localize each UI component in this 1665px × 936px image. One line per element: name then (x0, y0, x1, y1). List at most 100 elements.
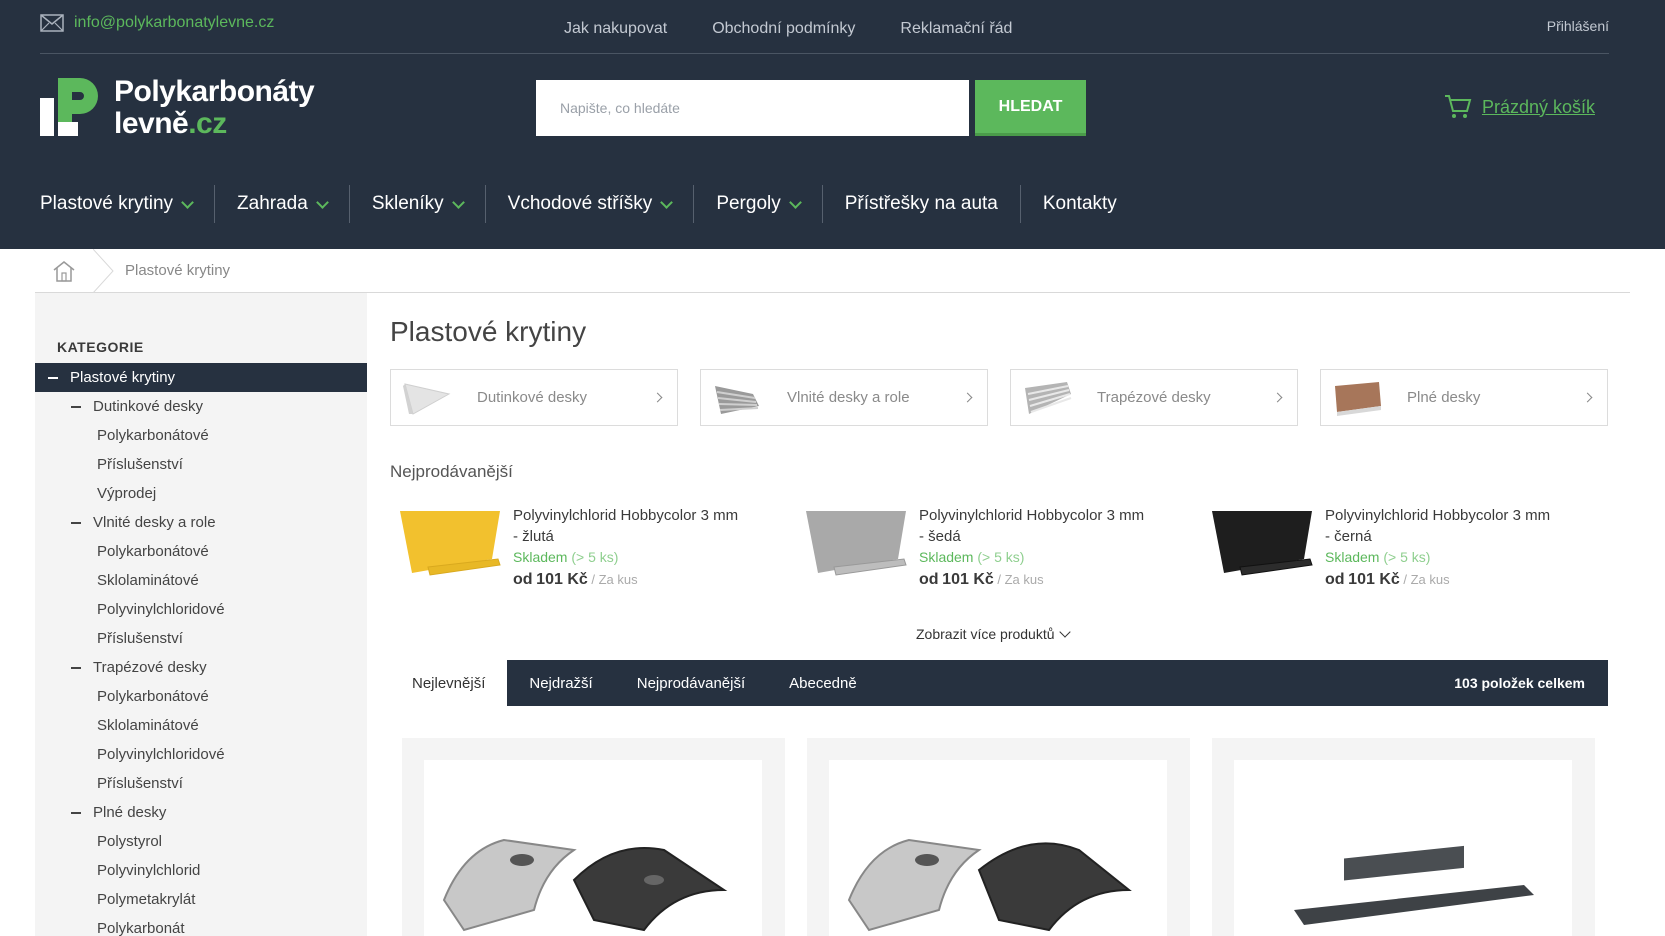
subcategory-plne-desky[interactable]: Plné desky (1320, 369, 1608, 426)
category-label: Plné desky (93, 804, 167, 821)
bestseller-item[interactable]: Polyvinylchlorid Hobbycolor 3 mm - šedá … (804, 505, 1210, 595)
breadcrumb-home[interactable] (35, 249, 93, 293)
subcategory-label: Trapézové desky (1097, 389, 1211, 406)
category-item[interactable]: Polyvinylchloridové (35, 595, 367, 624)
stock-status: Skladem (> 5 ks) (513, 549, 763, 565)
price-value: 101 Kč (536, 571, 588, 588)
category-label: Plastové krytiny (70, 369, 176, 386)
category-item[interactable]: Sklolaminátové (35, 711, 367, 740)
price-prefix: od (919, 571, 939, 588)
chevron-down-icon (451, 195, 465, 209)
category-item[interactable]: Polykarbonátové (35, 421, 367, 450)
chevron-right-icon (1582, 392, 1593, 403)
category-item[interactable]: Trapézové desky (35, 653, 367, 682)
bestseller-item[interactable]: Polyvinylchlorid Hobbycolor 3 mm - žlutá… (398, 505, 804, 595)
product-name-line1[interactable]: Polyvinylchlorid Hobbycolor 3 mm (919, 505, 1169, 526)
subcategory-label: Dutinkové desky (477, 389, 588, 406)
bestsellers-list: Polyvinylchlorid Hobbycolor 3 mm - žlutá… (398, 505, 1616, 595)
search-button[interactable]: HLEDAT (975, 80, 1086, 136)
category-item[interactable]: Sklolaminátové (35, 566, 367, 595)
category-item[interactable]: Polystyrol (35, 827, 367, 856)
stock-qty: (> 5 ks) (977, 549, 1025, 565)
product-name-line2[interactable]: - žlutá (513, 526, 763, 547)
category-label: Sklolaminátové (97, 572, 199, 589)
product-name-line2[interactable]: - šedá (919, 526, 1169, 547)
search-input[interactable] (536, 80, 969, 136)
product-card[interactable] (402, 738, 785, 936)
category-item[interactable]: Příslušenství (35, 450, 367, 479)
category-item[interactable]: Plastové krytiny (35, 363, 367, 392)
cart-label: Prázdný košík (1481, 96, 1595, 117)
product-grid (402, 738, 1595, 936)
nav-skleniky[interactable]: Skleníky (348, 185, 485, 223)
product-name-line2[interactable]: - černá (1325, 526, 1575, 547)
category-label: Polyvinylchloridové (97, 746, 225, 763)
link-jak-nakupovat[interactable]: Jak nakupovat (564, 20, 667, 38)
sort-tab-alphabetical[interactable]: Abecedně (767, 660, 879, 706)
sidebar-title: KATEGORIE (57, 339, 144, 355)
category-item[interactable]: Polyvinylchloridové (35, 740, 367, 769)
stock-qty: (> 5 ks) (1383, 549, 1431, 565)
minus-icon (71, 811, 81, 814)
sort-tab-bestselling[interactable]: Nejprodávanější (615, 660, 767, 706)
show-more-button[interactable]: Zobrazit více produktů (916, 625, 1071, 642)
link-obchodni-podminky[interactable]: Obchodní podmínky (712, 20, 855, 38)
subcategory-dutinkove-desky[interactable]: Dutinkové desky (390, 369, 678, 426)
stock-label: Skladem (1325, 549, 1380, 565)
product-name-line1[interactable]: Polyvinylchlorid Hobbycolor 3 mm (513, 505, 763, 526)
price: od 101 Kč / Za kus (919, 571, 1169, 589)
show-more-label: Zobrazit více produktů (916, 626, 1055, 642)
product-card-image (829, 760, 1167, 936)
sort-bar: Nejlevnější Nejdražší Nejprodávanější Ab… (390, 660, 1608, 706)
hollow-sheet-thumbnail (403, 382, 451, 415)
price: od 101 Kč / Za kus (513, 571, 763, 589)
category-item[interactable]: Plné desky (35, 798, 367, 827)
product-name-line1[interactable]: Polyvinylchlorid Hobbycolor 3 mm (1325, 505, 1575, 526)
site-logo[interactable]: Polykarbonáty levně.cz (40, 76, 315, 140)
category-label: Polymetakrylát (97, 891, 196, 908)
price: od 101 Kč / Za kus (1325, 571, 1575, 589)
sort-tab-cheapest[interactable]: Nejlevnější (390, 660, 508, 706)
nav-vchodove-strisky[interactable]: Vchodové stříšky (484, 185, 694, 223)
nav-pergoly[interactable]: Pergoly (693, 185, 821, 223)
link-reklamacni-rad[interactable]: Reklamační řád (900, 20, 1012, 38)
nav-pristresky-na-auta[interactable]: Přístřešky na auta (821, 185, 1020, 223)
nav-plastove-krytiny[interactable]: Plastové krytiny (40, 185, 214, 223)
subcategory-trapezove-desky[interactable]: Trapézové desky (1010, 369, 1298, 426)
logo-line2-accent: .cz (188, 107, 227, 140)
minus-icon (71, 405, 81, 408)
category-item[interactable]: Výprodej (35, 479, 367, 508)
category-item[interactable]: Dutinkové desky (35, 392, 367, 421)
contact-email[interactable]: info@polykarbonatylevne.cz (40, 14, 274, 32)
category-item[interactable]: Polykarbonátové (35, 682, 367, 711)
subcategory-vlnite-desky[interactable]: Vlnité desky a role (700, 369, 988, 426)
category-sidebar: KATEGORIE Plastové krytiny Dutinkové des… (35, 293, 367, 936)
nav-zahrada[interactable]: Zahrada (214, 185, 349, 223)
nav-kontakty[interactable]: Kontakty (1019, 185, 1139, 223)
product-card[interactable] (1212, 738, 1595, 936)
product-card[interactable] (807, 738, 1190, 936)
category-item[interactable]: Polyvinylchlorid (35, 856, 367, 885)
bestseller-info: Polyvinylchlorid Hobbycolor 3 mm - šedá … (919, 505, 1169, 595)
bestseller-item[interactable]: Polyvinylchlorid Hobbycolor 3 mm - černá… (1210, 505, 1616, 595)
logo-text: Polykarbonáty levně.cz (114, 76, 315, 140)
stock-qty: (> 5 ks) (571, 549, 619, 565)
price-unit: / Za kus (591, 572, 638, 587)
category-item[interactable]: Polykarbonát (35, 914, 367, 936)
item-count: 103 položek celkem (1454, 675, 1585, 691)
stock-label: Skladem (919, 549, 974, 565)
subcategory-tiles: Dutinkové desky Vlnité desky a role Trap… (390, 369, 1608, 426)
category-item[interactable]: Příslušenství (35, 769, 367, 798)
price-prefix: od (1325, 571, 1345, 588)
sort-tab-most-expensive[interactable]: Nejdražší (507, 660, 614, 706)
category-item[interactable]: Polykarbonátové (35, 537, 367, 566)
corrugated-sheet-thumbnail (715, 385, 759, 414)
category-item[interactable]: Vlnité desky a role (35, 508, 367, 537)
breadcrumb-current: Plastové krytiny (125, 262, 231, 279)
category-label: Polykarbonátové (97, 688, 209, 705)
category-item[interactable]: Příslušenství (35, 624, 367, 653)
cart-link[interactable]: Prázdný košík (1444, 94, 1595, 120)
minus-icon (48, 376, 58, 379)
category-item[interactable]: Polymetakrylát (35, 885, 367, 914)
login-link[interactable]: Přihlášení (1547, 18, 1609, 34)
